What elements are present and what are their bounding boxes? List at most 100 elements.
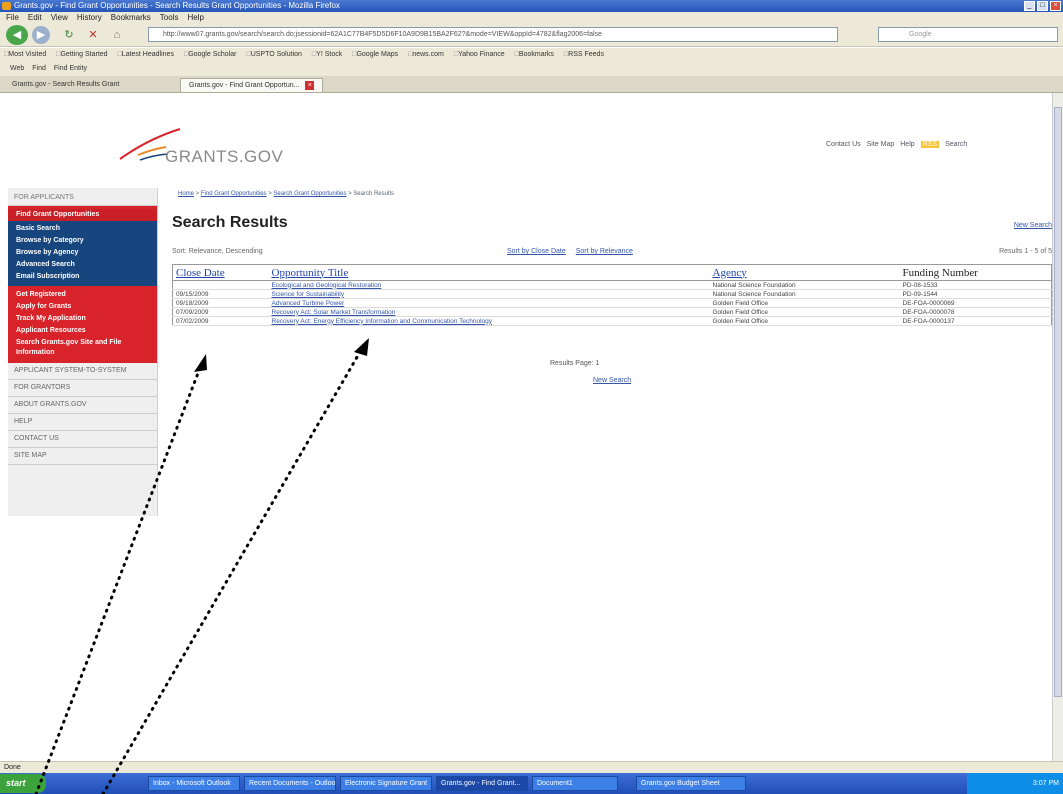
bookmark-item[interactable]: Google Scholar <box>184 48 236 62</box>
opportunity-title-link[interactable]: Recovery Act: Solar Market Transformatio… <box>268 307 710 317</box>
sidebar-item-email-subscription[interactable]: Email Subscription <box>8 271 157 283</box>
toolbar2-item[interactable]: Find <box>32 62 46 76</box>
maximize-button[interactable]: □ <box>1037 1 1048 11</box>
sidebar-other-section: Applicant System-to-System For Grantors … <box>8 363 157 465</box>
sidebar-item-applicant-resources[interactable]: Applicant Resources <box>8 325 157 337</box>
sidebar-item-track-application[interactable]: Track My Application <box>8 313 157 325</box>
window-title: Grants.gov - Find Grant Opportunities - … <box>14 1 340 10</box>
opportunity-title-link[interactable]: Science for Sustainability <box>268 289 710 299</box>
minimize-button[interactable]: _ <box>1024 1 1035 11</box>
close-tab-icon[interactable]: × <box>305 81 315 90</box>
address-bar[interactable]: http://www07.grants.gov/search/search.do… <box>148 27 838 42</box>
sidebar-item-for-grantors[interactable]: For Grantors <box>8 380 157 397</box>
sidebar-item-browse-agency[interactable]: Browse by Agency <box>8 247 157 259</box>
menu-edit[interactable]: Edit <box>28 12 42 23</box>
bookmark-item[interactable]: news.com <box>408 48 444 62</box>
menu-help[interactable]: Help <box>187 12 203 23</box>
sidebar-item-search-site[interactable]: Search Grants.gov Site and File Informat… <box>8 337 157 359</box>
agency-cell: Golden Field Office <box>709 307 900 317</box>
close-date-cell: 07/02/2009 <box>172 316 269 326</box>
sidebar-item-about[interactable]: About Grants.gov <box>8 397 157 414</box>
toolbar2-item[interactable]: Find Entity <box>54 62 87 76</box>
bookmark-item[interactable]: Google Maps <box>352 48 398 62</box>
toolbar2-item[interactable]: Web <box>10 62 24 76</box>
back-icon[interactable]: ◀ <box>6 25 28 45</box>
sort-by-close-date-link[interactable]: Sort by Close Date <box>507 248 566 255</box>
results-table: Close Date Opportunity Title Agency Fund… <box>172 264 1052 326</box>
forward-icon[interactable]: ▶ <box>32 26 50 44</box>
sidebar-item-site-map[interactable]: Site Map <box>8 448 157 465</box>
sidebar-item-browse-category[interactable]: Browse by Category <box>8 235 157 247</box>
help-link[interactable]: Help <box>900 141 914 148</box>
logo-text[interactable]: GRANTS.GOV <box>165 147 283 167</box>
breadcrumb-home[interactable]: Home <box>178 191 194 197</box>
opportunity-title-link[interactable]: Recovery Act: Energy Efficiency Informat… <box>268 316 710 326</box>
taskbar-item-active[interactable]: Grants.gov - Find Grant... <box>436 776 528 791</box>
search-link[interactable]: Search <box>945 141 967 148</box>
taskbar-item[interactable]: Inbox - Microsoft Outlook <box>148 776 240 791</box>
tab-label: Grants.gov - Search Results Grant <box>12 81 120 88</box>
bookmark-item[interactable]: Y! Stock <box>312 48 342 62</box>
search-input[interactable]: Google <box>878 27 1058 42</box>
sort-by-relevance-link[interactable]: Sort by Relevance <box>576 248 633 255</box>
new-search-link-top[interactable]: New Search <box>1014 222 1052 229</box>
rss-icon[interactable]: RSS <box>920 141 940 148</box>
funding-number-cell: PD-08-1533 <box>899 280 1052 290</box>
results-page-indicator: Results Page: 1 <box>550 360 600 367</box>
menu-tools[interactable]: Tools <box>160 12 179 23</box>
status-bar: Done <box>0 761 1063 773</box>
bookmark-item[interactable]: Bookmarks <box>515 48 554 62</box>
sidebar-item-basic-search[interactable]: Basic Search <box>8 223 157 235</box>
taskbar-item[interactable]: Recent Documents - Outlook <box>244 776 336 791</box>
menu-file[interactable]: File <box>6 12 19 23</box>
reload-icon[interactable]: ↻ <box>60 26 78 44</box>
bookmark-item[interactable]: RSS Feeds <box>564 48 604 62</box>
scrollbar-thumb[interactable] <box>1054 107 1062 697</box>
table-row: 07/02/2009 Recovery Act: Energy Efficien… <box>172 316 1052 326</box>
bookmark-item[interactable]: Most Visited <box>4 48 46 62</box>
home-icon[interactable]: ⌂ <box>108 26 126 44</box>
opportunity-title-header[interactable]: Opportunity Title <box>268 264 710 281</box>
menu-bookmarks[interactable]: Bookmarks <box>111 12 151 23</box>
bookmark-item[interactable]: USPTO Solution <box>246 48 302 62</box>
menu-view[interactable]: View <box>51 12 68 23</box>
breadcrumb-search-grant[interactable]: Search Grant Opportunities <box>273 191 346 197</box>
sidebar-item-contact[interactable]: Contact Us <box>8 431 157 448</box>
sidebar: FOR APPLICANTS Find Grant Opportunities … <box>8 188 158 516</box>
sidebar-heading: FOR APPLICANTS <box>8 188 157 206</box>
funding-number-cell: DE-FOA-0000078 <box>899 307 1052 317</box>
taskbar-item[interactable]: Grants.gov Budget Sheet <box>636 776 746 791</box>
opportunity-title-link[interactable]: Advanced Turbine Power <box>268 298 710 308</box>
window-controls: _ □ × <box>1024 1 1061 11</box>
contact-us-link[interactable]: Contact Us <box>826 141 861 148</box>
site-map-link[interactable]: Site Map <box>867 141 895 148</box>
breadcrumb-find-grant[interactable]: Find Grant Opportunities <box>201 191 267 197</box>
sidebar-item-apply[interactable]: Apply for Grants <box>8 301 157 313</box>
close-window-button[interactable]: × <box>1050 1 1061 11</box>
sidebar-item-find-grant[interactable]: Find Grant Opportunities <box>8 209 157 221</box>
sidebar-item-advanced-search[interactable]: Advanced Search <box>8 259 157 271</box>
sidebar-item-get-registered[interactable]: Get Registered <box>8 289 157 301</box>
opportunity-title-link[interactable]: Ecological and Geological Restoration <box>268 280 710 290</box>
close-date-cell <box>172 280 269 290</box>
start-button[interactable]: start <box>0 774 46 793</box>
top-links: Contact Us Site Map Help RSS Search <box>826 141 967 148</box>
agency-header[interactable]: Agency <box>709 264 900 281</box>
stop-icon[interactable]: ✕ <box>84 26 102 44</box>
bookmark-item[interactable]: Latest Headlines <box>118 48 174 62</box>
secondary-toolbar: Web Find Find Entity <box>0 62 1063 76</box>
bookmark-item[interactable]: Getting Started <box>56 48 107 62</box>
tab-find-grant[interactable]: Grants.gov - Find Grant Opportun... × <box>180 78 324 92</box>
sidebar-apply-section: Get Registered Apply for Grants Track My… <box>8 286 157 363</box>
arrowhead-close-date <box>194 354 207 372</box>
sidebar-item-system-to-system[interactable]: Applicant System-to-System <box>8 363 157 380</box>
tab-search-results[interactable]: Grants.gov - Search Results Grant <box>4 78 127 92</box>
taskbar-item[interactable]: Document1 <box>532 776 618 791</box>
close-date-header[interactable]: Close Date <box>172 264 269 281</box>
taskbar-item[interactable]: Electronic Signature Grant <box>340 776 432 791</box>
new-search-link-bottom[interactable]: New Search <box>593 377 631 384</box>
page-scrollbar[interactable] <box>1052 93 1063 761</box>
bookmark-item[interactable]: Yahoo Finance <box>454 48 505 62</box>
menu-history[interactable]: History <box>77 12 102 23</box>
sidebar-item-help[interactable]: Help <box>8 414 157 431</box>
